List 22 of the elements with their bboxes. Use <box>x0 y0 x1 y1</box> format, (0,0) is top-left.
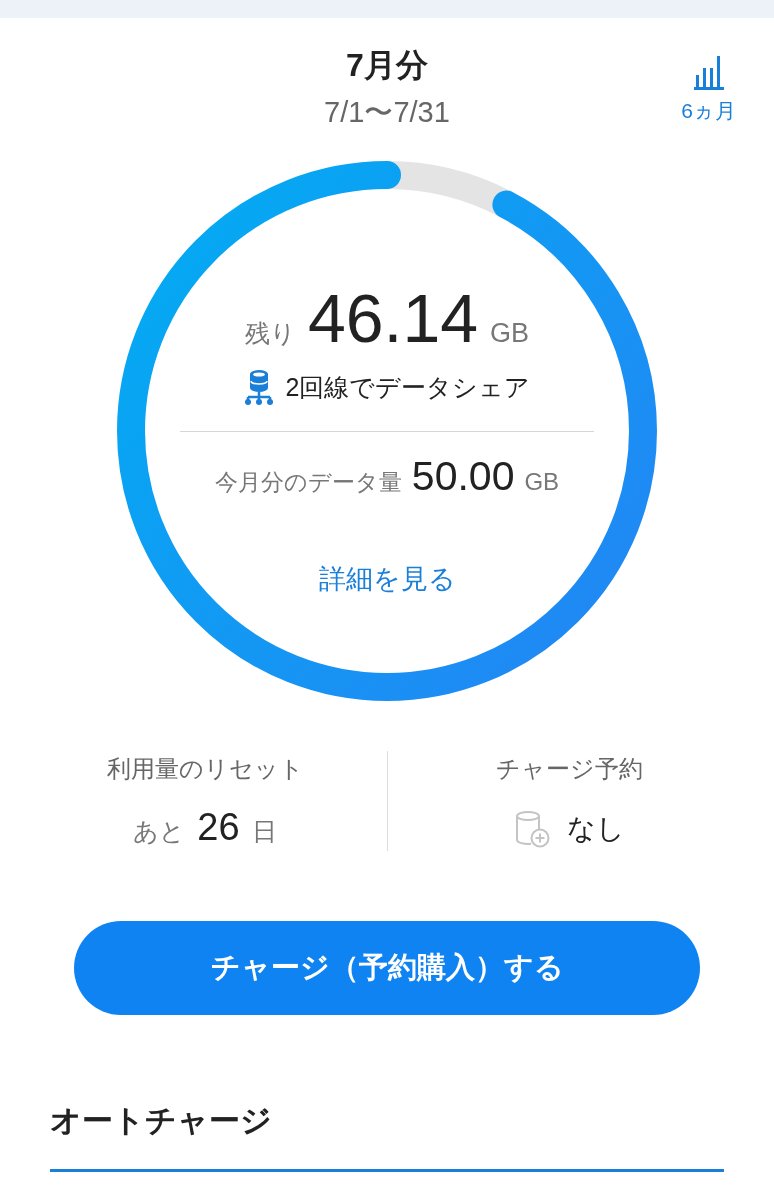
history-button[interactable]: 6ヵ月 <box>681 55 736 123</box>
database-add-icon <box>514 810 551 848</box>
days-unit: 日 <box>251 816 277 847</box>
total-label: 今月分のデータ量 <box>214 468 402 497</box>
bar-chart-icon <box>692 55 725 91</box>
database-network-icon <box>243 368 274 406</box>
remaining-value: 46.14 <box>307 281 479 356</box>
remaining-unit: GB <box>490 318 530 349</box>
stat-title: 利用量のリセット <box>106 754 304 784</box>
remaining-label: 残り <box>244 318 296 349</box>
stat-title: チャージ予約 <box>496 754 643 784</box>
total-value: 50.00 <box>411 454 515 500</box>
data-share-text: 2回線でデータシェア <box>285 371 531 403</box>
charge-button[interactable]: チャージ（予約購入）する <box>74 921 700 1015</box>
days-value: 26 <box>197 807 240 849</box>
section-title: オートチャージ <box>50 1102 273 1140</box>
period-text: 7/1〜7/31 <box>324 95 450 130</box>
reservation-value: なし <box>566 812 625 846</box>
month-title: 7月分 <box>346 46 428 85</box>
total-unit: GB <box>524 468 560 496</box>
details-link[interactable]: 詳細を見る <box>318 559 456 599</box>
days-prefix: あと <box>133 816 186 847</box>
